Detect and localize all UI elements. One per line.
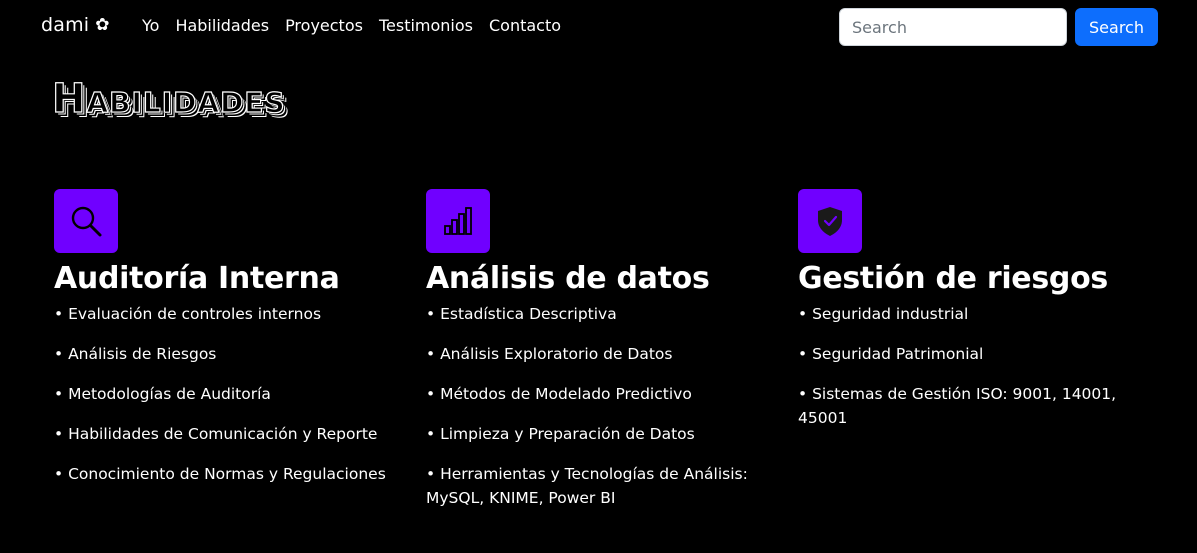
list-item: • Estadística Descriptiva xyxy=(426,305,617,323)
list-item: • Seguridad industrial xyxy=(798,305,969,323)
nav-link-habilidades[interactable]: Habilidades xyxy=(175,16,269,35)
nav-links: Yo Habilidades Proyectos Testimonios Con… xyxy=(142,16,577,35)
column-title: Análisis de datos xyxy=(426,261,710,296)
skill-list: • Estadística Descriptiva • Análisis Exp… xyxy=(426,302,786,510)
skill-column-auditoria: Auditoría Interna • Evaluación de contro… xyxy=(54,189,414,502)
bar-chart-icon xyxy=(426,189,490,253)
list-item: • Análisis Exploratorio de Datos xyxy=(426,345,673,363)
magnifier-icon xyxy=(54,189,118,253)
column-title: Auditoría Interna xyxy=(54,261,340,296)
list-item: • Sistemas de Gestión ISO: 9001, 14001, … xyxy=(798,385,1117,427)
skill-list: • Seguridad industrial • Seguridad Patri… xyxy=(798,302,1158,430)
brand-name: dami xyxy=(41,14,90,36)
list-item: • Habilidades de Comunicación y Reporte xyxy=(54,425,378,443)
skill-column-analisis: Análisis de datos • Estadística Descript… xyxy=(426,189,786,526)
nav-link-testimonios[interactable]: Testimonios xyxy=(379,16,473,35)
column-title: Gestión de riesgos xyxy=(798,261,1108,296)
list-item: • Análisis de Riesgos xyxy=(54,345,217,363)
shield-check-icon xyxy=(798,189,862,253)
list-item: • Evaluación de controles internos xyxy=(54,305,322,323)
list-item: • Métodos de Modelado Predictivo xyxy=(426,385,692,403)
list-item: • Conocimiento de Normas y Regulaciones xyxy=(54,465,386,483)
search-button[interactable]: Search xyxy=(1075,8,1158,46)
list-item: • Seguridad Patrimonial xyxy=(798,345,984,363)
list-item: • Limpieza y Preparación de Datos xyxy=(426,425,695,443)
search-input[interactable] xyxy=(839,8,1067,46)
section-title: Habilidades xyxy=(51,75,286,122)
nav-link-proyectos[interactable]: Proyectos xyxy=(285,16,363,35)
skill-column-riesgos: Gestión de riesgos • Seguridad industria… xyxy=(798,189,1158,446)
brand-link[interactable]: dami ✿ xyxy=(41,14,110,36)
flower-icon: ✿ xyxy=(95,14,110,35)
skill-list: • Evaluación de controles internos • Aná… xyxy=(54,302,414,486)
list-item: • Metodologías de Auditoría xyxy=(54,385,271,403)
navbar: dami ✿ Yo Habilidades Proyectos Testimon… xyxy=(0,0,1197,52)
nav-link-contacto[interactable]: Contacto xyxy=(489,16,561,35)
nav-link-yo[interactable]: Yo xyxy=(142,16,159,35)
list-item: • Herramientas y Tecnologías de Análisis… xyxy=(426,465,748,507)
